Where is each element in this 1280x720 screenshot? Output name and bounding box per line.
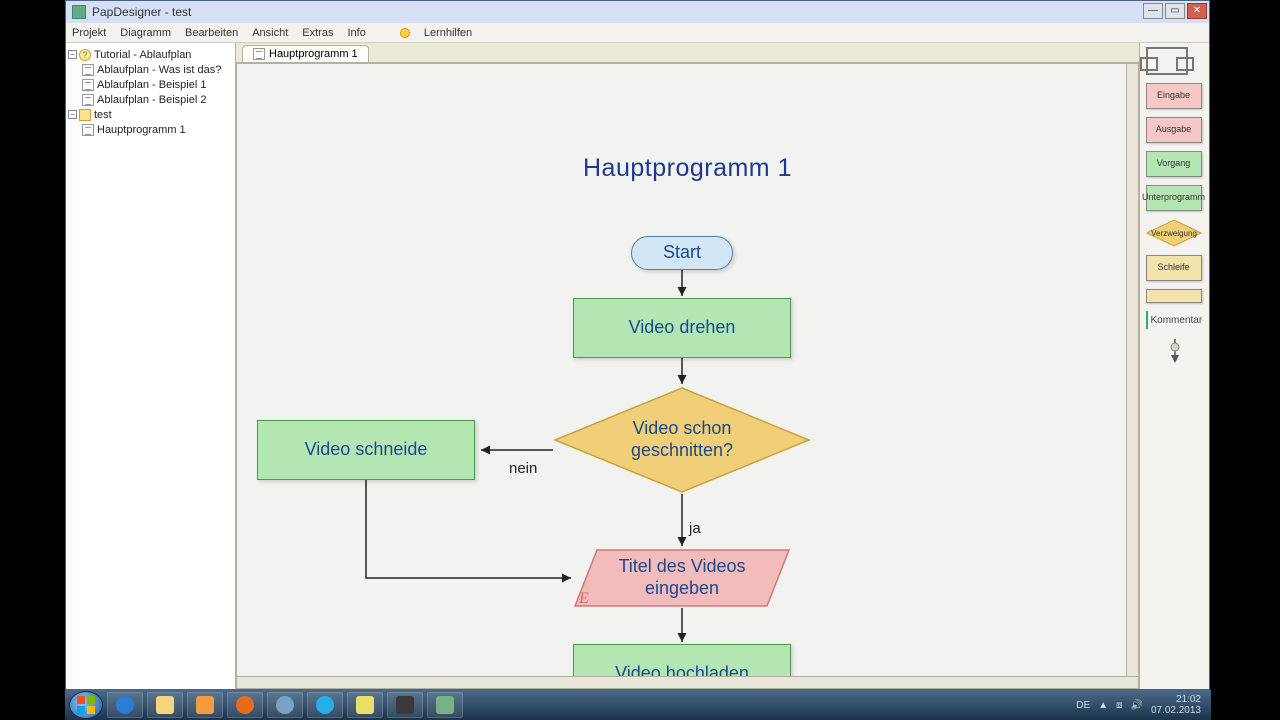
palette-schleife[interactable]: Schleife (1146, 255, 1204, 281)
window-buttons: — ▭ ✕ (1143, 3, 1207, 19)
minimize-button[interactable]: — (1143, 3, 1163, 19)
project-tree[interactable]: −?Tutorial - Ablaufplan Ablaufplan - Was… (66, 43, 236, 689)
palette-kommentar[interactable]: Kommentar (1146, 311, 1204, 329)
node-video-drehen[interactable]: Video drehen (573, 298, 791, 358)
page-icon (82, 94, 94, 106)
menubar: Projekt Diagramm Bearbeiten Ansicht Extr… (66, 23, 1209, 43)
node-titel-eingeben[interactable]: Titel des Videos eingeben (573, 548, 791, 608)
taskbar-skype[interactable] (307, 692, 343, 718)
palette-vorgang[interactable]: Vorgang (1146, 151, 1204, 177)
schleife-shape: Schleife (1146, 255, 1202, 281)
taskbar-explorer[interactable] (147, 692, 183, 718)
tray-lang[interactable]: DE (1076, 700, 1090, 711)
tray-network-icon[interactable]: ⧈ (1116, 700, 1122, 711)
folder-icon (79, 109, 91, 121)
taskbar-cmd[interactable] (387, 692, 423, 718)
page-icon (82, 64, 94, 76)
tray-volume-icon[interactable]: 🔊 (1130, 700, 1142, 711)
tabstrip: Hauptprogramm 1 (236, 43, 1139, 63)
io-marker-e: E (579, 590, 589, 608)
window-title: PapDesigner - test (92, 5, 191, 19)
vertical-scrollbar[interactable] (1126, 64, 1138, 676)
tree-was[interactable]: Ablaufplan - Was ist das? (68, 62, 233, 77)
maximize-button[interactable]: ▭ (1165, 3, 1185, 19)
palette-frame[interactable] (1146, 47, 1204, 75)
taskbar-app1[interactable] (267, 692, 303, 718)
tray-flag-icon: ▲ (1098, 700, 1108, 711)
node-video-schneiden[interactable]: Video schneide (257, 420, 475, 480)
edge-label-nein: nein (509, 460, 537, 477)
tree-test[interactable]: −test (68, 107, 233, 122)
vorgang-shape: Vorgang (1146, 151, 1202, 177)
decision-text: Video schon geschnitten? (597, 418, 767, 461)
palette-eingabe[interactable]: Eingabe (1146, 83, 1204, 109)
app-icon (72, 5, 86, 19)
io-text: Titel des Videos eingeben (592, 556, 772, 599)
page-icon (82, 79, 94, 91)
menu-info[interactable]: Info (347, 27, 365, 39)
palette-connector[interactable] (1146, 337, 1204, 368)
verzweigung-shape: Verzweigung (1146, 219, 1202, 247)
flowchart-canvas[interactable]: Hauptprogramm 1 (237, 64, 1138, 688)
collapse-icon[interactable]: − (68, 110, 77, 119)
menu-diagramm[interactable]: Diagramm (120, 27, 171, 39)
page-icon (253, 48, 265, 60)
edge-label-ja: ja (689, 520, 701, 537)
system-tray[interactable]: DE ▲ ⧈ 🔊 21:02 07.02.2013 (1076, 694, 1207, 716)
node-start[interactable]: Start (631, 236, 733, 270)
bulb-icon (400, 28, 410, 38)
tray-clock[interactable]: 21:02 07.02.2013 (1151, 694, 1201, 716)
tree-tutorial[interactable]: −?Tutorial - Ablaufplan (68, 47, 233, 62)
tree-bsp2[interactable]: Ablaufplan - Beispiel 2 (68, 92, 233, 107)
titlebar: PapDesigner - test — ▭ ✕ (66, 1, 1209, 23)
menu-ansicht[interactable]: Ansicht (252, 27, 288, 39)
palette-verzweigung[interactable]: Verzweigung (1146, 219, 1204, 247)
frame-icon (1146, 47, 1188, 75)
horizontal-scrollbar[interactable] (237, 676, 1138, 688)
diagram-title: Hauptprogramm 1 (237, 154, 1138, 183)
application-window: PapDesigner - test — ▭ ✕ Projekt Diagram… (65, 0, 1210, 690)
tree-bsp1[interactable]: Ablaufplan - Beispiel 1 (68, 77, 233, 92)
help-icon: ? (79, 49, 91, 61)
editor-area: Hauptprogramm 1 Hauptprogramm 1 (236, 43, 1139, 689)
collapse-icon[interactable]: − (68, 50, 77, 59)
palette-unterprogramm[interactable]: Unterprogramm (1146, 185, 1204, 211)
taskbar-notes[interactable] (347, 692, 383, 718)
main-body: −?Tutorial - Ablaufplan Ablaufplan - Was… (66, 43, 1209, 689)
windows-taskbar: DE ▲ ⧈ 🔊 21:02 07.02.2013 (65, 690, 1211, 720)
taskbar-firefox[interactable] (227, 692, 263, 718)
palette-schleife2[interactable] (1146, 289, 1204, 303)
ausgabe-shape: Ausgabe (1146, 117, 1202, 143)
tab-hauptprogramm[interactable]: Hauptprogramm 1 (242, 45, 369, 62)
windows-logo-icon (76, 695, 96, 715)
connector-icon (1163, 337, 1187, 365)
taskbar-media[interactable] (187, 692, 223, 718)
menu-projekt[interactable]: Projekt (72, 27, 106, 39)
menu-extras[interactable]: Extras (302, 27, 333, 39)
taskbar-ie[interactable] (107, 692, 143, 718)
menu-bearbeiten[interactable]: Bearbeiten (185, 27, 238, 39)
taskbar-papdesigner[interactable] (427, 692, 463, 718)
eingabe-shape: Eingabe (1146, 83, 1202, 109)
unter-shape: Unterprogramm (1146, 185, 1202, 211)
page-icon (82, 124, 94, 136)
tree-haupt[interactable]: Hauptprogramm 1 (68, 122, 233, 137)
svg-text:Verzweigung: Verzweigung (1151, 229, 1197, 238)
start-button[interactable] (69, 691, 103, 719)
palette-ausgabe[interactable]: Ausgabe (1146, 117, 1204, 143)
schleife2-shape (1146, 289, 1202, 303)
node-decision-geschnitten[interactable]: Video schon geschnitten? (553, 386, 811, 494)
close-button[interactable]: ✕ (1187, 3, 1207, 19)
menu-lernhilfen[interactable]: Lernhilfen (400, 27, 486, 39)
shape-palette: Eingabe Ausgabe Vorgang Unterprogramm Ve… (1139, 43, 1209, 689)
kommentar-shape: Kommentar (1146, 311, 1204, 329)
canvas-wrap: Hauptprogramm 1 (236, 63, 1139, 689)
